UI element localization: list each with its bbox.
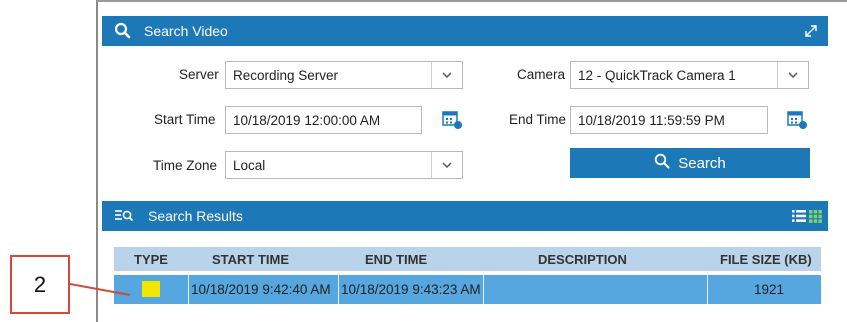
column-header-end-time[interactable]: END TIME bbox=[365, 252, 427, 267]
search-results-title: Search Results bbox=[148, 208, 243, 224]
callout-label: 2 bbox=[10, 255, 70, 314]
time-zone-value: Local bbox=[233, 158, 266, 173]
search-video-header: Search Video bbox=[102, 16, 828, 46]
server-label: Server bbox=[179, 67, 219, 82]
column-divider bbox=[188, 275, 189, 304]
divider bbox=[102, 193, 828, 201]
chevron-down-icon[interactable] bbox=[431, 152, 462, 178]
start-time-input[interactable]: 10/18/2019 12:00:00 AM bbox=[225, 106, 422, 134]
server-dropdown[interactable]: Recording Server bbox=[225, 61, 463, 89]
calendar-icon[interactable] bbox=[441, 108, 463, 130]
column-header-description[interactable]: DESCRIPTION bbox=[538, 252, 627, 267]
search-results-header: Search Results bbox=[102, 201, 828, 231]
start-time-label: Start Time bbox=[154, 112, 216, 127]
row-file-size: 1921 bbox=[754, 282, 785, 297]
list-view-icon[interactable] bbox=[792, 209, 806, 226]
time-zone-dropdown[interactable]: Local bbox=[225, 151, 463, 179]
calendar-icon[interactable] bbox=[786, 108, 808, 130]
start-time-value: 10/18/2019 12:00:00 AM bbox=[233, 113, 381, 128]
chevron-down-icon[interactable] bbox=[777, 62, 808, 88]
column-header-file-size[interactable]: FILE SIZE (KB) bbox=[720, 252, 812, 267]
column-divider bbox=[338, 275, 339, 304]
search-button[interactable]: Search bbox=[570, 148, 810, 178]
server-value: Recording Server bbox=[233, 68, 339, 83]
end-time-value: 10/18/2019 11:59:59 PM bbox=[578, 113, 725, 128]
camera-label: Camera bbox=[517, 67, 566, 82]
search-video-title: Search Video bbox=[144, 23, 228, 39]
table-header: TYPE START TIME END TIME DESCRIPTION FIL… bbox=[114, 247, 821, 271]
expand-icon[interactable] bbox=[804, 24, 818, 41]
camera-dropdown[interactable]: 12 - QuickTrack Camera 1 bbox=[570, 61, 809, 89]
grid-view-icon[interactable] bbox=[809, 209, 822, 226]
table-row[interactable]: 10/18/2019 9:42:40 AM 10/18/2019 9:43:23… bbox=[114, 275, 821, 304]
chevron-down-icon[interactable] bbox=[431, 62, 462, 88]
callout-line bbox=[70, 283, 131, 296]
column-divider bbox=[483, 275, 484, 304]
row-end-time: 10/18/2019 9:43:23 AM bbox=[341, 282, 481, 297]
row-start-time: 10/18/2019 9:42:40 AM bbox=[191, 282, 331, 297]
camera-value: 12 - QuickTrack Camera 1 bbox=[578, 68, 736, 83]
end-time-input[interactable]: 10/18/2019 11:59:59 PM bbox=[570, 106, 768, 134]
time-zone-label: Time Zone bbox=[153, 158, 218, 173]
column-divider bbox=[707, 275, 708, 304]
search-icon bbox=[654, 153, 670, 173]
end-time-label: End Time bbox=[509, 112, 567, 127]
column-header-start-time[interactable]: START TIME bbox=[212, 252, 289, 267]
type-indicator bbox=[142, 281, 160, 297]
search-button-label: Search bbox=[678, 154, 726, 172]
